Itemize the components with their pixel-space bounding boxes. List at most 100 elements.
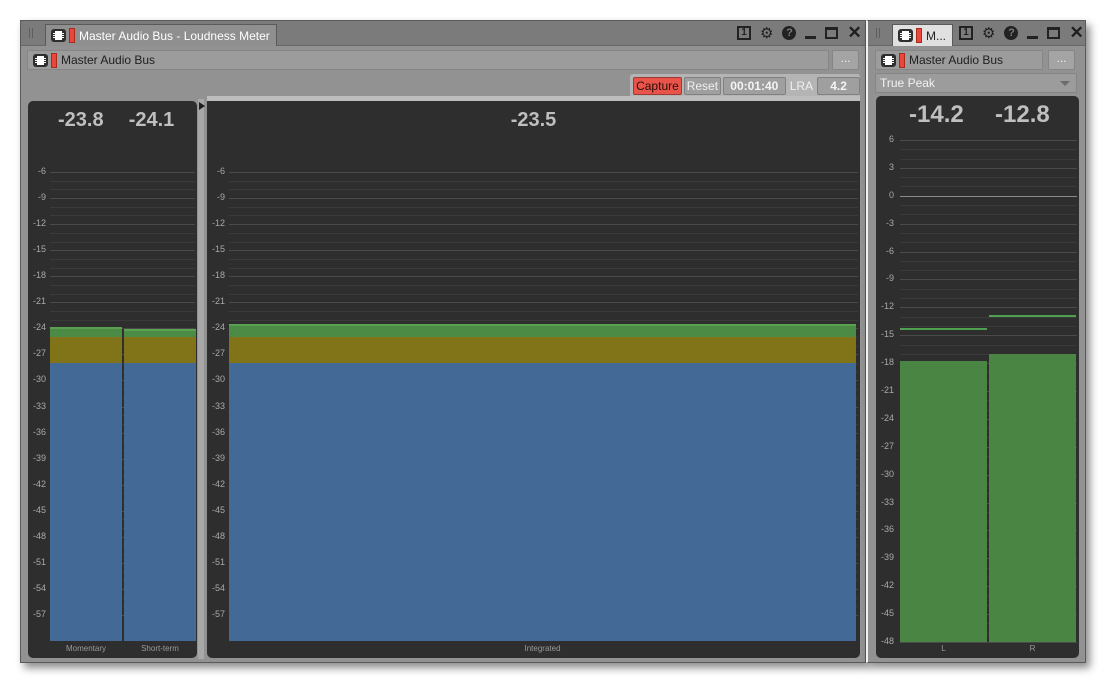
drag-grip-icon[interactable]: [29, 28, 33, 38]
short-scale-tick-label: -42: [32, 478, 46, 489]
help-icon[interactable]: ?: [782, 26, 797, 40]
integrated-scale-tick-label: -6: [216, 166, 225, 177]
short-scale-gridline: [50, 250, 195, 252]
integrated-scale-minor-gridline: [229, 206, 858, 208]
more-options-button[interactable]: ...: [1048, 50, 1075, 70]
true-peak-scale-tick-label: -42: [880, 580, 894, 591]
chevron-down-icon: [1060, 81, 1070, 86]
minimize-icon[interactable]: [1027, 35, 1039, 39]
integrated-scale-minor-gridline: [229, 180, 858, 182]
drag-grip-icon[interactable]: [876, 28, 880, 38]
shortterm-label: Short-term: [141, 644, 179, 653]
short-scale-minor-gridline: [50, 215, 195, 217]
one-window-icon[interactable]: 1: [959, 26, 973, 40]
collapse-arrow-icon[interactable]: [199, 102, 205, 110]
short-scale-minor-gridline: [50, 206, 195, 208]
more-options-button[interactable]: ...: [832, 50, 859, 70]
reset-button[interactable]: Reset: [683, 77, 721, 95]
integrated-scale-minor-gridline: [229, 241, 858, 243]
integrated-bar: [229, 324, 856, 641]
tab-true-peak[interactable]: M...: [892, 24, 953, 46]
title-bar: M... 1 ⚙ ? ✕: [868, 21, 1085, 46]
true-peak-scale-gridline: [900, 279, 1077, 281]
one-window-icon[interactable]: 1: [737, 26, 751, 40]
short-scale-tick-label: -18: [32, 270, 46, 281]
minimize-icon[interactable]: [805, 35, 817, 39]
true-peak-scale-tick-label: -9: [885, 273, 894, 284]
true-peak-scale-tick-label: -30: [880, 468, 894, 479]
integrated-scale-gridline: [229, 224, 858, 226]
short-scale-tick-label: -54: [32, 582, 46, 593]
true-peak-scale-tick-label: -21: [880, 385, 894, 395]
bus-color-chip: [899, 52, 905, 68]
true-peak-scale-gridline: [900, 167, 1077, 169]
true-peak-scale-gridline: [900, 307, 1077, 309]
integrated-scale-tick-label: -45: [211, 504, 225, 515]
short-scale-minor-gridline: [50, 258, 195, 260]
help-icon[interactable]: ?: [1004, 26, 1019, 40]
integrated-scale-tick-label: -27: [211, 348, 225, 359]
tab-title: M...: [926, 28, 946, 43]
tab-loudness-meter[interactable]: Master Audio Bus - Loudness Meter: [45, 24, 277, 46]
true-peak-scale-minor-gridline: [900, 214, 1077, 216]
true-peak-scale-tick-label: -27: [880, 440, 894, 451]
true-peak-scale-tick-label: 0: [888, 189, 894, 200]
shortterm-readout: -24.1: [128, 109, 175, 131]
integrated-readout: -23.5: [510, 109, 557, 131]
momentary-shortterm-meter: -23.8 -24.1 Momentary Short-term -6 -9 -12…: [28, 101, 197, 658]
true-peak-readouts: -14.2 -12.8: [876, 101, 1079, 129]
short-scale-tick-label: -57: [32, 608, 46, 619]
true-peak-scale-tick-label: -18: [880, 357, 894, 368]
meter-mode-select[interactable]: True Peak: [875, 73, 1077, 93]
bus-selector[interactable]: Master Audio Bus: [875, 50, 1043, 70]
maximize-icon[interactable]: [1047, 27, 1061, 39]
right-peak-hold-line: [989, 314, 1076, 317]
capture-button[interactable]: Capture: [633, 77, 682, 95]
true-peak-scale-tick-label: -6: [885, 245, 894, 256]
integrated-meter: -23.5 Integrated -6 -9 -12 -15 -18 -21 -24 -27 -…: [207, 101, 860, 658]
short-scale-tick-label: -36: [32, 426, 46, 437]
true-peak-scale-tick-label: -45: [880, 608, 894, 619]
integrated-scale-gridline: [229, 198, 858, 200]
true-peak-scale-gridline: [900, 251, 1077, 253]
integrated-scale-tick-label: -42: [211, 478, 225, 489]
close-icon[interactable]: ✕: [847, 24, 861, 41]
true-peak-scale-tick-label: -15: [880, 329, 894, 340]
short-scale-tick-label: -51: [32, 556, 46, 567]
momentary-bar-blue-zone: [50, 363, 122, 641]
integrated-bar-yellow-zone: [229, 337, 856, 364]
loudness-meter-window: Master Audio Bus - Loudness Meter 1 ⚙ ? …: [20, 20, 866, 663]
momentary-bar: [50, 326, 122, 641]
bus-selector[interactable]: Master Audio Bus: [27, 50, 829, 70]
integrated-scale-tick-label: -30: [211, 374, 225, 385]
true-peak-scale-tick-label: 6: [888, 134, 894, 144]
true-peak-scale-tick-label: -36: [880, 524, 894, 535]
maximize-icon[interactable]: [825, 27, 839, 39]
integrated-scale-tick-label: -39: [211, 452, 225, 463]
audio-bus-icon: [51, 29, 66, 42]
true-peak-scale-minor-gridline: [900, 149, 1077, 151]
audio-bus-icon: [33, 53, 48, 67]
close-icon[interactable]: ✕: [1069, 24, 1083, 41]
true-peak-scale-minor-gridline: [900, 316, 1077, 318]
gear-icon[interactable]: ⚙: [982, 24, 995, 42]
momentary-label: Momentary: [65, 644, 106, 653]
left-peak-readout: -14.2: [909, 101, 964, 128]
gear-icon[interactable]: ⚙: [760, 24, 773, 42]
right-peak-readout: -12.8: [995, 101, 1050, 128]
integrated-scale-gridline: [229, 172, 858, 174]
short-scale-minor-gridline: [50, 267, 195, 269]
audio-bus-icon: [881, 53, 896, 67]
short-scale-tick-label: -39: [32, 452, 46, 463]
integrated-scale-tick-label: -21: [211, 296, 225, 307]
short-scale-minor-gridline: [50, 284, 195, 286]
short-scale-tick-label: -33: [32, 400, 46, 411]
short-scale-gridline: [50, 224, 195, 226]
zero-db-line: [900, 195, 1077, 197]
short-scale-tick-label: -12: [32, 218, 46, 229]
true-peak-scale-tick-label: -24: [880, 412, 894, 423]
integrated-scale-minor-gridline: [229, 232, 858, 234]
true-peak-scale-tick-label: -39: [880, 552, 894, 563]
integrated-scale-tick-label: -12: [211, 218, 225, 229]
integrated-scale-tick-label: -9: [216, 192, 225, 203]
